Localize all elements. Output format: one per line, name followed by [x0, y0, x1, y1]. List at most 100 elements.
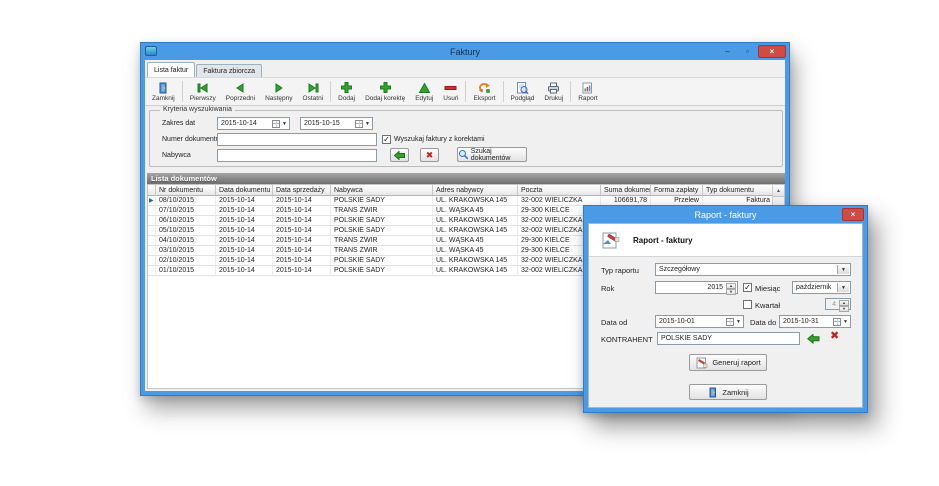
col-nr-dokumentu[interactable]: Nr dokumentu [156, 185, 216, 196]
col-typ-dokumentu[interactable]: Typ dokumentu [703, 185, 774, 196]
printer-icon [547, 81, 560, 94]
tab-faktura-zbiorcza[interactable]: Faktura zbiorcza [196, 64, 262, 77]
nabywca-input[interactable] [217, 149, 377, 162]
ostatni-button[interactable]: Ostatni [298, 79, 329, 104]
kwartal-spinner[interactable]: 4 ▲▼ [825, 298, 851, 310]
main-window-title: Faktury [141, 47, 789, 57]
report-page-icon [600, 231, 622, 250]
close-button[interactable]: × [758, 45, 786, 58]
dodaj-button[interactable]: Dodaj [333, 79, 360, 104]
dialog-titlebar[interactable]: Raport - faktury × [584, 206, 867, 223]
nastepny-button[interactable]: Następny [260, 79, 297, 104]
miesiac-combo[interactable]: październik ▼ [792, 281, 851, 294]
podglad-button[interactable]: Podgląd [506, 79, 540, 104]
kontrahent-input[interactable]: POLSKIE SADY [657, 332, 800, 345]
preview-magnifier-icon [516, 81, 529, 94]
kontrahent-clear-icon[interactable]: ✖ [830, 332, 839, 341]
arrow-left-green-icon[interactable] [807, 334, 820, 344]
spinner-buttons[interactable]: ▲▼ [839, 300, 849, 308]
col-poczta[interactable]: Poczta [518, 185, 601, 196]
dialog-zamknij-button[interactable]: Zamknij [689, 384, 767, 400]
arrow-left-green-icon [394, 151, 405, 160]
data-do-picker[interactable]: 2015-10-31 ▼ [779, 315, 851, 328]
drukuj-button[interactable]: Drukuj [539, 79, 568, 104]
typ-raportu-label: Typ raportu [601, 266, 639, 275]
korekty-checkbox[interactable]: ✓ [382, 135, 391, 144]
plus-icon [340, 81, 353, 94]
eksport-button[interactable]: Eksport [468, 79, 500, 104]
date-from-picker[interactable]: 2015-10-14 ▼ [217, 117, 290, 130]
data-do-label: Data do [750, 318, 776, 327]
chevron-down-icon[interactable]: ▼ [837, 283, 849, 292]
report-icon [581, 81, 594, 94]
spinner-buttons[interactable]: ▲▼ [726, 283, 736, 292]
toolbar-separator [503, 81, 504, 102]
raport-button[interactable]: Raport [573, 79, 603, 104]
generuj-raport-button[interactable]: Generuj raport [689, 354, 767, 371]
nabywca-clear-button[interactable]: ✖ [420, 148, 439, 162]
calendar-icon [355, 120, 363, 128]
door-exit-icon [707, 387, 718, 398]
tab-lista-faktur[interactable]: Lista faktur [147, 62, 195, 77]
col-suma-dokumentu[interactable]: Suma dokumentu [601, 185, 651, 196]
maximize-button[interactable]: ▫ [738, 45, 757, 57]
nabywca-pick-button[interactable] [390, 148, 409, 162]
usun-button[interactable]: Usuń [438, 79, 463, 104]
minus-icon [444, 81, 457, 94]
plus-icon [379, 81, 392, 94]
dodaj-korekte-button[interactable]: Dodaj korektę [360, 79, 410, 104]
chevron-down-icon[interactable]: ▼ [837, 265, 849, 274]
clear-x-icon: ✖ [426, 151, 434, 160]
selected-row-marker: ▶ [149, 198, 154, 204]
triangle-up-icon [418, 81, 431, 94]
kwartal-checkbox[interactable] [743, 300, 752, 309]
pierwszy-button[interactable]: Pierwszy [185, 79, 221, 104]
miesiac-checkbox-label: Miesiąc [755, 284, 780, 293]
toolbar-separator [465, 81, 466, 102]
szukaj-dokumentow-button[interactable]: Szukaj dokumentów [457, 147, 527, 162]
scroll-up-icon[interactable]: ▲ [773, 185, 784, 197]
dialog-header-title: Raport - faktury [633, 236, 693, 245]
tab-strip: Lista faktur Faktura zbiorcza [147, 62, 263, 77]
toolbar-separator [182, 81, 183, 102]
col-forma-zaplaty[interactable]: Forma zapłaty [651, 185, 703, 196]
numer-dokumentu-label: Numer dokumentu [162, 136, 220, 143]
export-refresh-icon [478, 81, 491, 94]
chevron-down-icon[interactable]: ▼ [282, 121, 287, 127]
zakres-dat-label: Zakres dat [162, 120, 195, 127]
zamknij-button[interactable]: Zamknij [147, 79, 180, 104]
rok-spinner[interactable]: 2015 ▲▼ [655, 281, 738, 294]
criteria-group-title: Kryteria wyszukiwania [160, 106, 235, 113]
nabywca-label: Nabywca [162, 152, 191, 159]
dialog-close-button[interactable]: × [842, 208, 864, 221]
toolbar-separator [570, 81, 571, 102]
door-exit-icon [157, 81, 169, 94]
col-nabywca[interactable]: Nabywca [331, 185, 433, 196]
data-od-picker[interactable]: 2015-10-01 ▼ [655, 315, 744, 328]
chevron-down-icon[interactable]: ▼ [843, 319, 848, 325]
col-adres-nabywcy[interactable]: Adres nabywcy [433, 185, 518, 196]
date-to-picker[interactable]: 2015-10-15 ▼ [300, 117, 373, 130]
main-titlebar[interactable]: Faktury – ▫ × [141, 43, 789, 60]
korekty-checkbox-label: Wyszukaj faktury z korektami [394, 136, 485, 143]
typ-raportu-combo[interactable]: Szczegółowy ▼ [655, 263, 851, 276]
dialog-title: Raport - faktury [584, 210, 867, 220]
list-caption: Lista dokumentów [147, 173, 785, 184]
skip-first-icon [197, 81, 209, 94]
miesiac-checkbox[interactable]: ✓ [743, 283, 752, 292]
report-small-icon [695, 357, 708, 369]
skip-last-icon [307, 81, 319, 94]
col-data-dokumentu[interactable]: Data dokumentu [216, 185, 273, 196]
chevron-down-icon[interactable]: ▼ [365, 121, 370, 127]
numer-dokumentu-input[interactable] [217, 133, 377, 146]
toolbar: Zamknij Pierwszy Poprzedni Następny [145, 77, 785, 106]
kwartal-checkbox-label: Kwartał [755, 301, 780, 310]
minimize-button[interactable]: – [718, 45, 737, 57]
calendar-icon [272, 120, 280, 128]
edytuj-button[interactable]: Edytuj [410, 79, 438, 104]
toolbar-separator [330, 81, 331, 102]
chevron-down-icon[interactable]: ▼ [736, 319, 741, 325]
col-data-sprzedazy[interactable]: Data sprzedaży [273, 185, 331, 196]
calendar-icon [833, 318, 841, 326]
poprzedni-button[interactable]: Poprzedni [221, 79, 260, 104]
